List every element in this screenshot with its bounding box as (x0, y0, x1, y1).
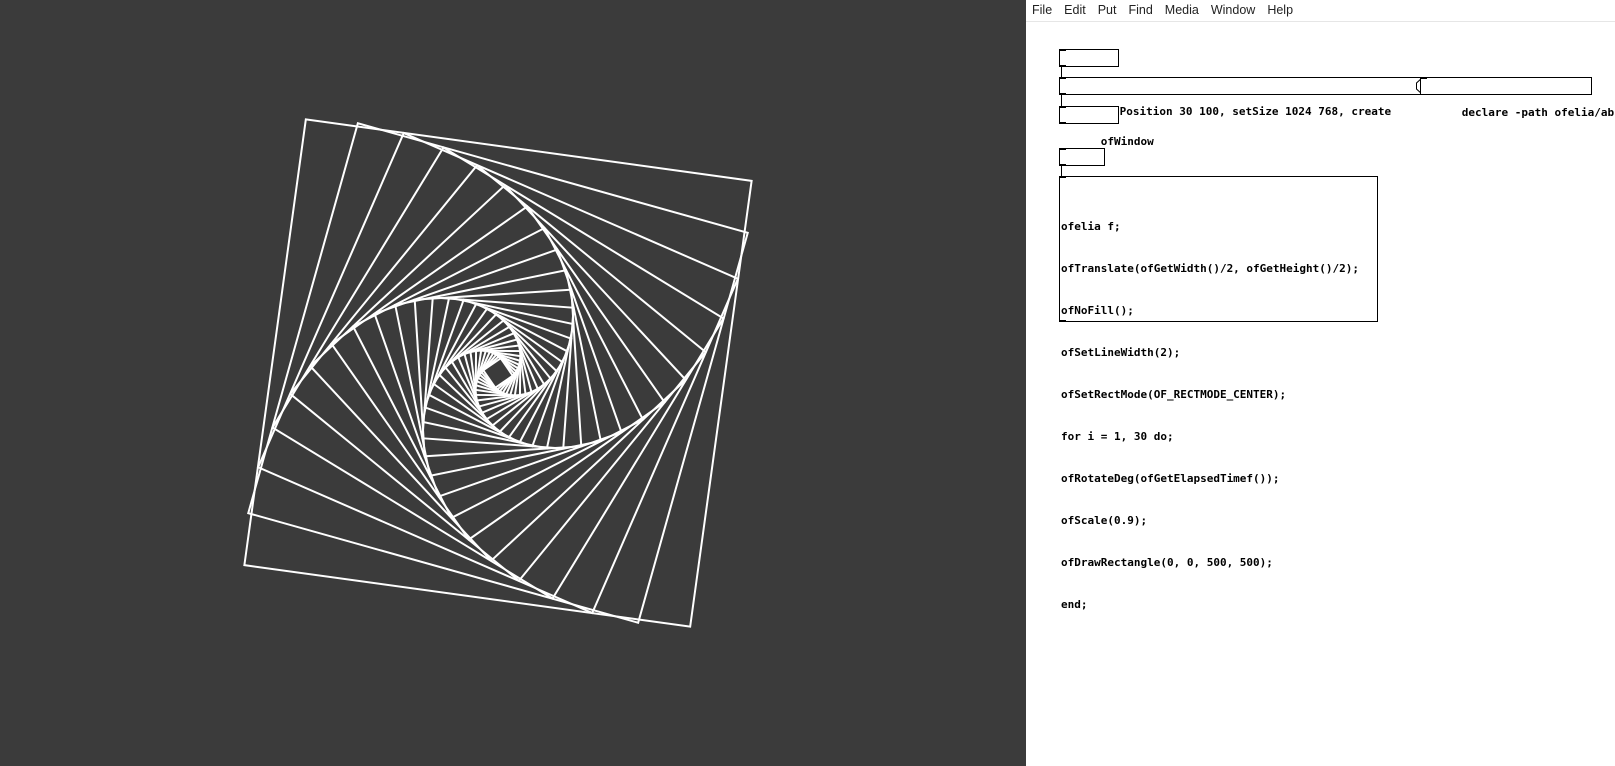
patch-window: File Edit Put Find Media Window Help loa… (1026, 0, 1615, 766)
menu-edit[interactable]: Edit (1058, 0, 1092, 21)
rotated-rectangle (351, 226, 645, 520)
menu-find[interactable]: Find (1122, 0, 1158, 21)
code-line: ofSetLineWidth(2); (1061, 346, 1181, 359)
declare-label: declare -path ofelia/abs (1461, 106, 1615, 119)
menu-file[interactable]: File (1026, 0, 1058, 21)
menu-help[interactable]: Help (1261, 0, 1299, 21)
ofwindow-label: ofWindow (1100, 135, 1154, 148)
menu-window[interactable]: Window (1205, 0, 1261, 21)
code-line: ofRotateDeg(ofGetElapsedTimef()); (1061, 472, 1280, 485)
rotated-rectangle (247, 122, 749, 624)
rotating-rectangles-drawing (243, 118, 753, 628)
inlet[interactable] (1059, 106, 1066, 108)
ofwindow-object[interactable]: ofWindow (1059, 106, 1154, 148)
ofdraw-object[interactable]: ofDraw (1059, 148, 1141, 190)
code-line: ofScale(0.9); (1061, 514, 1148, 527)
code-line: ofSetRectMode(OF_RECTMODE_CENTER); (1061, 388, 1287, 401)
rotated-rectangle (437, 312, 559, 434)
code-line: ofNoFill(); (1061, 304, 1134, 317)
inlet[interactable] (1059, 148, 1066, 150)
rotated-rectangle (243, 118, 753, 628)
inlet[interactable] (1059, 176, 1066, 178)
outlet[interactable] (1059, 122, 1066, 124)
patch-cord[interactable] (1061, 166, 1062, 176)
inlet[interactable] (1059, 77, 1066, 79)
code-line: for i = 1, 30 do; (1061, 430, 1174, 443)
message-box-outline (1059, 77, 1424, 95)
rotated-rectangle (423, 298, 573, 448)
rotated-rectangle (256, 131, 740, 615)
ofelia-script-object[interactable]: ofelia f; ofTranslate(ofGetWidth()/2, of… (1059, 176, 1378, 611)
render-window (0, 0, 1026, 766)
inlet[interactable] (1420, 77, 1427, 79)
code-line: ofelia f; (1061, 220, 1121, 233)
message-box[interactable]: setPosition 30 100, setSize 1024 768, cr… (1059, 77, 1424, 118)
patch-canvas[interactable]: loadbang setPosition 30 100, setSize 102… (1026, 21, 1615, 766)
rotated-rectangle (421, 296, 575, 450)
outlet[interactable] (1059, 320, 1066, 322)
loadbang-object[interactable]: loadbang (1059, 49, 1154, 91)
rotated-rectangle (394, 269, 602, 477)
rotated-rectangle (308, 183, 688, 563)
code-line: end; (1061, 598, 1088, 611)
inlet[interactable] (1059, 49, 1066, 51)
declare-object[interactable]: declare -path ofelia/abs (1420, 77, 1615, 119)
code-line: ofDrawRectangle(0, 0, 500, 500); (1061, 556, 1273, 569)
menu-bar: File Edit Put Find Media Window Help (1026, 0, 1615, 22)
menu-put[interactable]: Put (1092, 0, 1123, 21)
rotated-rectangle (443, 318, 553, 428)
patch-cord[interactable] (1061, 95, 1062, 106)
menu-media[interactable]: Media (1159, 0, 1205, 21)
patch-cord[interactable] (1061, 67, 1062, 77)
rotated-rectangle (330, 205, 666, 541)
message-text: setPosition 30 100, setSize 1024 768, cr… (1099, 105, 1392, 118)
code-line: ofTranslate(ofGetWidth()/2, ofGetHeight(… (1061, 262, 1360, 275)
rotated-rectangle (271, 146, 725, 600)
